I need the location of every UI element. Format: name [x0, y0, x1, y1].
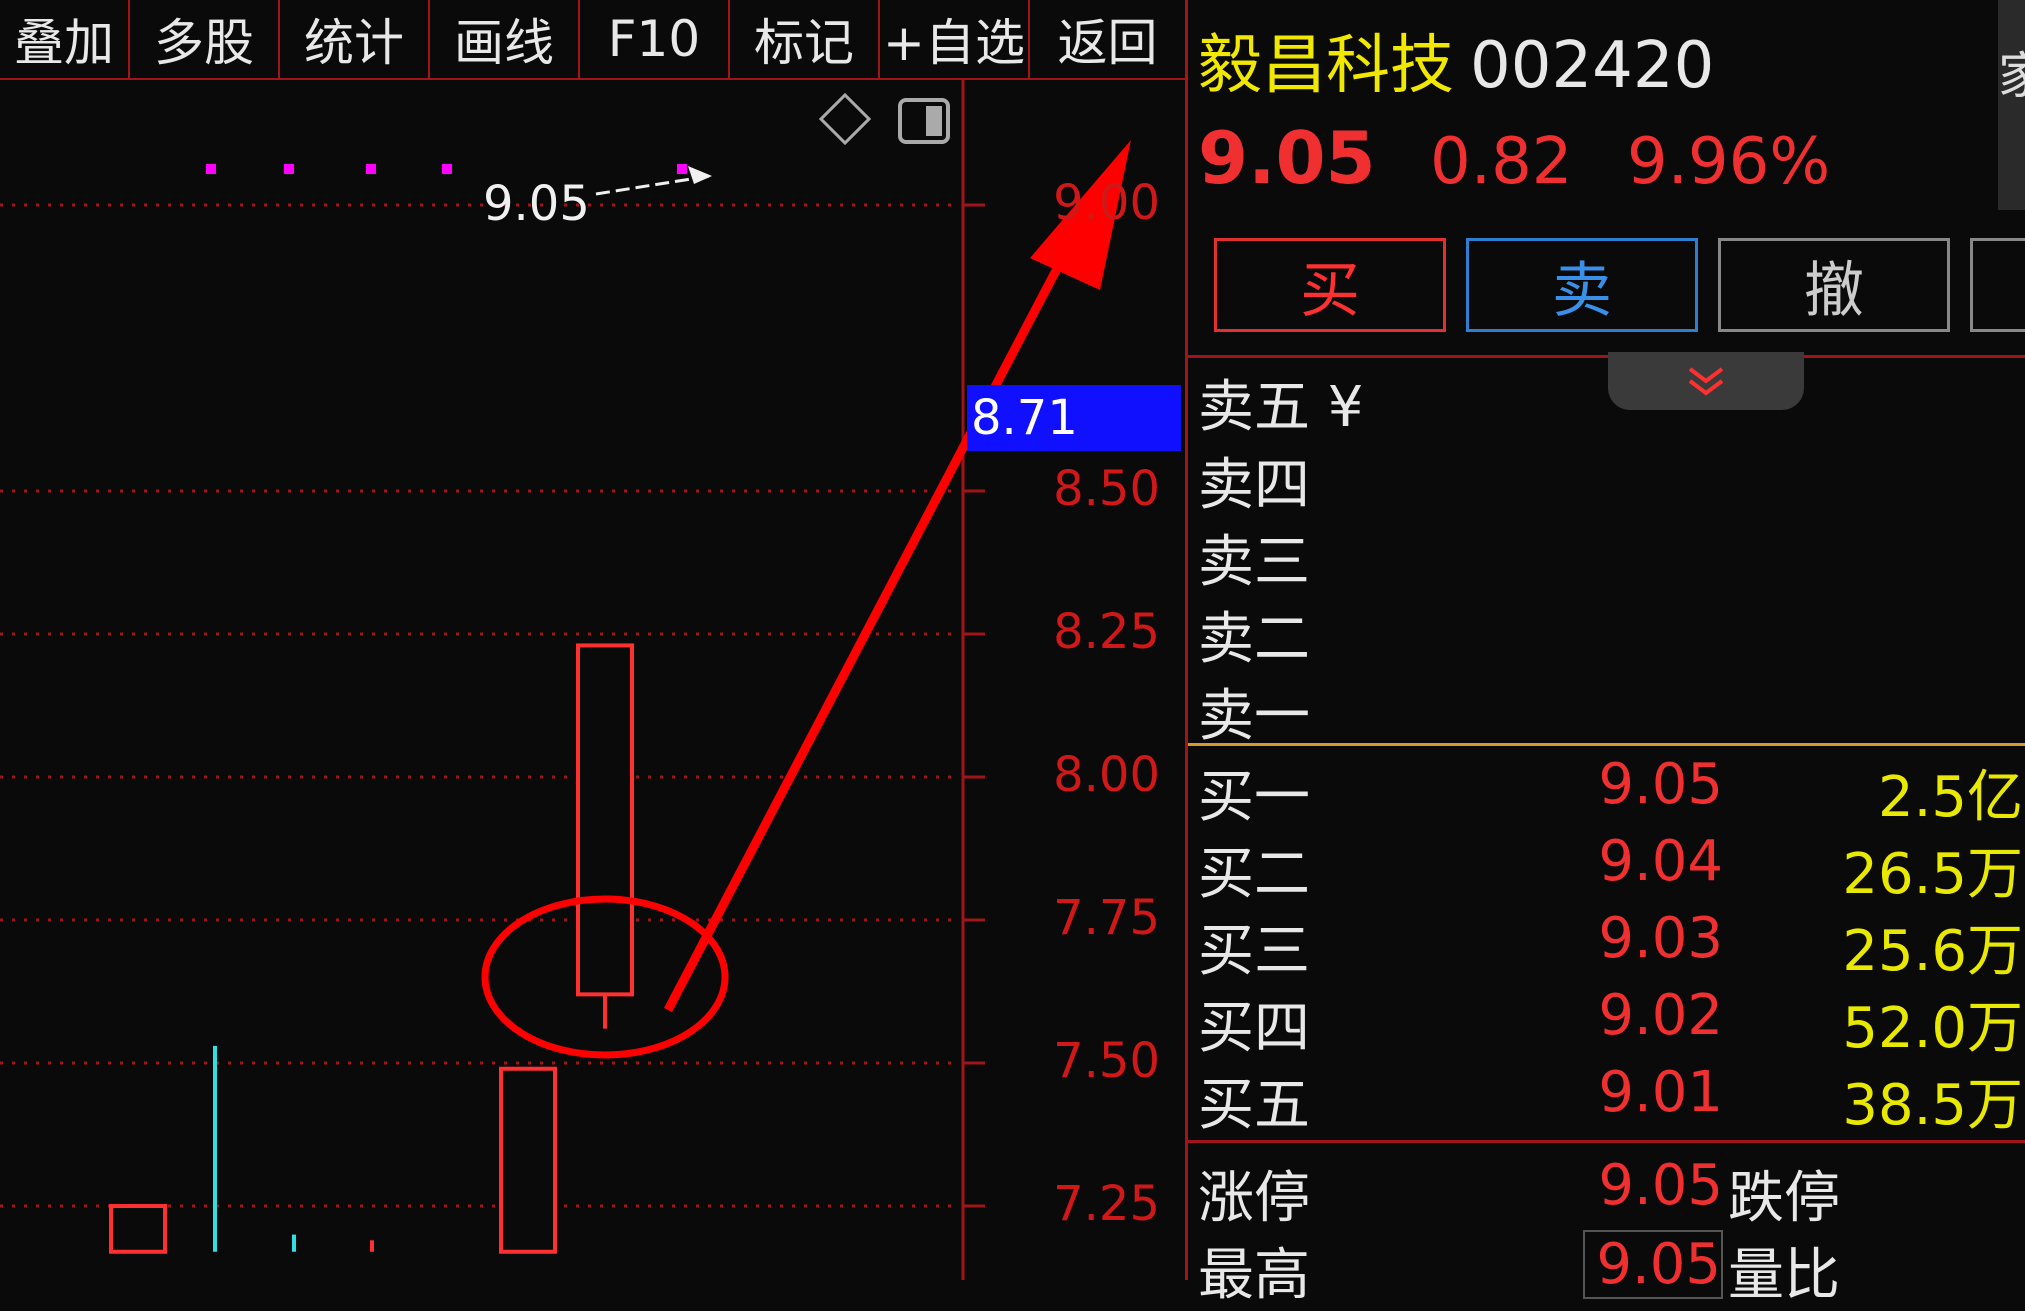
ask-label: 卖二	[1198, 607, 1310, 672]
limit-row: 涨停 9.05 跌停	[1198, 1153, 2025, 1231]
f10-button[interactable]: F10	[580, 0, 730, 78]
ask-label: 卖一	[1198, 684, 1310, 749]
high-value: 9.05	[1583, 1230, 1723, 1299]
limit-marker	[284, 164, 294, 174]
add-watchlist-button[interactable]: +自选	[880, 0, 1030, 78]
bid-price: 9.03	[1598, 906, 1723, 971]
kline-chart[interactable]: 9.05 9.00 8.50 8.25 8.00 7.75 7.50 7.25 8.71	[0, 80, 1183, 1280]
multi-stock-button[interactable]: 多股	[130, 0, 280, 78]
panel-toggle-icon[interactable]	[898, 98, 950, 144]
bid-row[interactable]: 买一 9.05 2.5亿	[1198, 752, 2025, 830]
axis-tick-label: 9.00	[1053, 175, 1160, 231]
bid-ask-divider	[1188, 743, 2025, 746]
ask-row: 卖四	[1198, 440, 2025, 518]
last-price: 9.05	[1198, 116, 1376, 200]
stock-title: 毅昌科技 002420	[1198, 14, 1714, 106]
back-button[interactable]: 返回	[1030, 0, 1185, 78]
quote-panel: 毅昌科技 002420 9.05 0.82 9.96% 买 卖 撤 卖五 ¥ 卖四…	[1185, 0, 2025, 1308]
draw-line-button[interactable]: 画线	[430, 0, 580, 78]
axis-tick-label: 8.00	[1053, 747, 1160, 803]
chart-toolbar: 叠加 多股 统计 画线 F10 标记 +自选 返回	[0, 0, 1185, 80]
bid-row[interactable]: 买二 9.04 26.5万	[1198, 829, 2025, 907]
divider	[1188, 1140, 2025, 1143]
bid-label: 买一	[1198, 765, 1310, 830]
high-row: 最高 9.05 量比	[1198, 1230, 2025, 1308]
price-summary: 9.05 0.82 9.96%	[1198, 116, 1864, 200]
axis-tick-label: 7.50	[1053, 1033, 1160, 1089]
high-label: 最高	[1198, 1243, 1310, 1308]
volume-ratio-label: 量比	[1728, 1243, 1840, 1308]
ask-label: 卖四	[1198, 453, 1310, 518]
bid-row[interactable]: 买四 9.02 52.0万	[1198, 983, 2025, 1061]
bid-label: 买四	[1198, 996, 1310, 1061]
high-price-pointer-icon	[595, 166, 712, 196]
bid-volume: 25.6万	[1842, 919, 2023, 984]
bid-label: 买二	[1198, 842, 1310, 907]
ask-label: 卖五 ¥	[1198, 375, 1364, 440]
ask-label: 卖三	[1198, 530, 1310, 595]
cancel-order-button[interactable]: 撤	[1718, 238, 1950, 332]
limit-marker	[442, 164, 452, 174]
kline-svg: 9.05	[0, 80, 1131, 1280]
bid-price: 9.01	[1598, 1060, 1723, 1125]
limit-down-label: 跌停	[1728, 1166, 1840, 1231]
ask-row: 卖五 ¥	[1198, 362, 2025, 440]
ask-row: 卖三	[1198, 517, 2025, 595]
current-price-tag: 8.71	[967, 385, 1181, 451]
ask-row: 卖一	[1198, 671, 2025, 749]
axis-tick-label: 7.25	[1053, 1176, 1160, 1232]
bid-volume: 26.5万	[1842, 842, 2023, 907]
limit-marker	[677, 164, 687, 174]
mark-button[interactable]: 标记	[730, 0, 880, 78]
bid-price: 9.04	[1598, 829, 1723, 894]
bid-row[interactable]: 买五 9.01 38.5万	[1198, 1060, 2025, 1138]
more-action-button[interactable]	[1970, 238, 2025, 332]
stock-name: 毅昌科技	[1198, 29, 1454, 103]
overlay-button[interactable]: 叠加	[0, 0, 130, 78]
limit-up-label: 涨停	[1198, 1166, 1310, 1231]
divider	[1188, 355, 2025, 358]
candle-body[interactable]	[499, 1066, 557, 1254]
bid-label: 买三	[1198, 919, 1310, 984]
limit-marker	[206, 164, 216, 174]
bid-price: 9.05	[1598, 752, 1723, 817]
bid-price: 9.02	[1598, 983, 1723, 1048]
statistics-button[interactable]: 统计	[280, 0, 430, 78]
limit-up-value: 9.05	[1598, 1153, 1723, 1218]
candle-body[interactable]	[576, 643, 634, 997]
sell-button[interactable]: 卖	[1466, 238, 1698, 332]
high-price-label: 9.05	[483, 176, 590, 232]
price-change: 0.82	[1430, 125, 1573, 199]
side-panel-label: 家	[1998, 47, 2025, 105]
axis-tick-label: 8.50	[1053, 461, 1160, 517]
bid-volume: 52.0万	[1842, 996, 2023, 1061]
axis-tick-label: 8.25	[1053, 604, 1160, 660]
limit-marker	[366, 164, 376, 174]
bid-row[interactable]: 买三 9.03 25.6万	[1198, 906, 2025, 984]
bid-volume: 38.5万	[1842, 1073, 2023, 1138]
axis-tick-label: 7.75	[1053, 890, 1160, 946]
bid-volume: 2.5亿	[1877, 765, 2023, 830]
stock-code: 002420	[1470, 29, 1715, 103]
bid-label: 买五	[1198, 1073, 1310, 1138]
diamond-tool-icon[interactable]	[818, 92, 872, 146]
ask-row: 卖二	[1198, 594, 2025, 672]
price-change-pct: 9.96%	[1626, 125, 1831, 199]
candle-body[interactable]	[109, 1204, 167, 1254]
buy-button[interactable]: 买	[1214, 238, 1446, 332]
